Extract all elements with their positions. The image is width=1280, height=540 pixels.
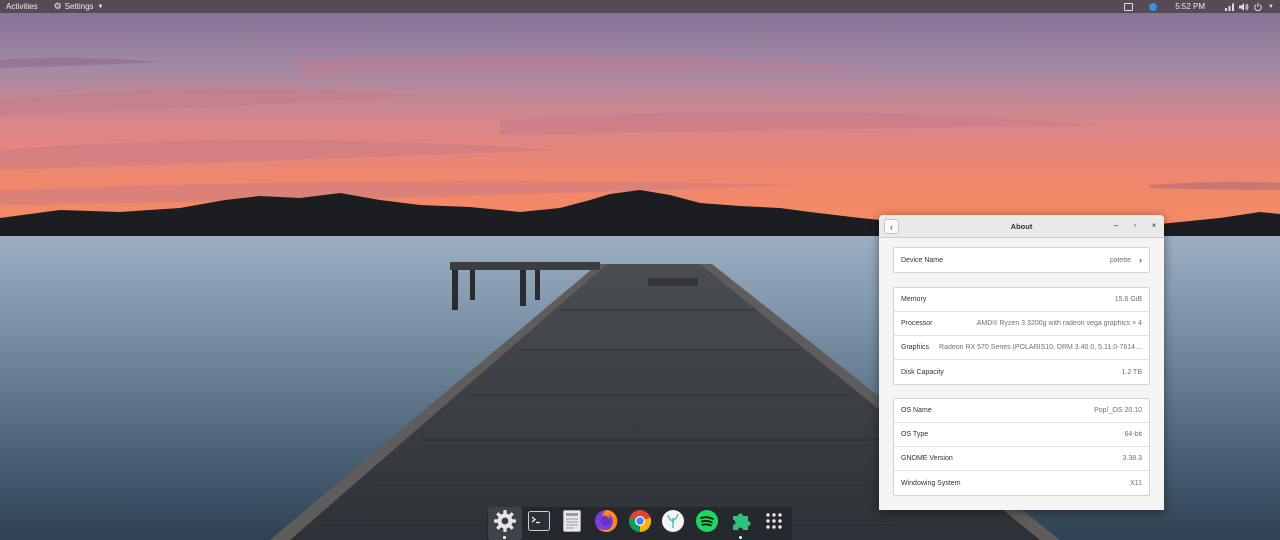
volume-icon (1239, 2, 1249, 11)
row-value: 3.38.3 (1122, 455, 1142, 462)
list-item: Memory 15.6 GiB (894, 288, 1149, 312)
system-menu[interactable]: ▼ (1225, 2, 1274, 11)
window-headerbar[interactable]: ‹ About – ▫ × (879, 215, 1164, 238)
list-item: Windowing System X11 (894, 471, 1149, 495)
dropdown-arrow-icon: ▼ (97, 3, 104, 10)
list-item: OS Name Pop!_OS 20.10 (894, 399, 1149, 423)
tray-app-icon[interactable] (1149, 2, 1158, 11)
close-button[interactable]: × (1150, 221, 1158, 231)
hardware-card: Memory 15.6 GiB Processor AMD® Ryzen 3 3… (893, 287, 1150, 385)
app-grid-icon (765, 512, 783, 535)
row-label: Disk Capacity (901, 368, 944, 376)
list-item: Disk Capacity 1.2 TB (894, 360, 1149, 384)
dock-item-terminal[interactable] (522, 507, 556, 540)
list-item: GNOME Version 3.38.3 (894, 447, 1149, 471)
software-card: OS Name Pop!_OS 20.10 OS Type 64-bit GNO… (893, 398, 1150, 496)
row-value: 15.6 GiB (1114, 296, 1142, 303)
row-value: X11 (1130, 479, 1142, 487)
chevron-left-icon: ‹ (890, 221, 893, 232)
dock-item-app-store[interactable] (656, 507, 690, 540)
row-value: 64-bit (1124, 431, 1142, 438)
list-item: Graphics Radeon RX 570 Series (POLARIS10… (894, 336, 1149, 360)
window-controls: – ▫ × (1112, 221, 1158, 231)
terminal-icon (527, 511, 550, 536)
list-item: OS Type 64-bit (894, 423, 1149, 447)
row-label: GNOME Version (901, 455, 953, 462)
app-store-icon (661, 509, 685, 538)
row-label: Processor (901, 320, 933, 327)
row-value: AMD® Ryzen 3 3200g with radeon vega grap… (976, 320, 1142, 327)
network-icon (1225, 3, 1235, 11)
extensions-icon (730, 510, 752, 537)
firefox-icon (594, 509, 618, 538)
dock-item-chrome[interactable] (623, 507, 657, 540)
row-label: OS Type (901, 431, 929, 438)
running-indicator (739, 536, 743, 539)
about-window: ‹ About – ▫ × Device Name palette › Memo… (879, 215, 1164, 510)
tray-window-icon[interactable] (1124, 2, 1134, 11)
chrome-icon (628, 509, 652, 538)
row-value: 1.2 TB (1121, 368, 1143, 376)
system-tray: 5:52 PM ▼ (1124, 2, 1274, 11)
power-icon (1254, 2, 1262, 11)
gear-icon: ⚙ (53, 1, 62, 11)
app-menu-label: Settings (64, 2, 94, 11)
device-name-row[interactable]: Device Name palette › (894, 248, 1149, 272)
device-card: Device Name palette › (893, 247, 1150, 273)
row-label: Windowing System (901, 479, 961, 487)
dock (487, 507, 792, 540)
row-value: Pop!_OS 20.10 (1094, 407, 1142, 414)
dock-item-text-editor[interactable] (555, 507, 589, 540)
settings-icon (493, 509, 517, 538)
app-menu[interactable]: ⚙ Settings ▼ (53, 1, 104, 12)
row-value: palette (1109, 256, 1131, 264)
dock-item-app-grid[interactable] (757, 507, 791, 540)
row-label: Memory (901, 296, 927, 303)
dock-item-spotify[interactable] (690, 507, 724, 540)
dock-item-firefox[interactable] (589, 507, 623, 540)
dropdown-arrow-icon: ▼ (1268, 3, 1274, 10)
back-button[interactable]: ‹ (884, 219, 899, 234)
dock-item-settings[interactable] (488, 507, 522, 540)
text-editor-icon (563, 510, 582, 537)
list-item: Processor AMD® Ryzen 3 3200g with radeon… (894, 312, 1149, 336)
spotify-icon (695, 509, 719, 538)
row-label: Graphics (901, 344, 930, 351)
row-label: OS Name (901, 407, 932, 414)
chevron-right-icon: › (1139, 255, 1142, 265)
running-indicator (503, 536, 507, 539)
dock-item-extensions[interactable] (724, 507, 758, 540)
clock[interactable]: 5:52 PM (1175, 2, 1205, 11)
maximize-button[interactable]: ▫ (1131, 221, 1139, 231)
row-label: Device Name (901, 256, 944, 264)
row-value: Radeon RX 570 Series (POLARIS10, DRM 3.4… (939, 344, 1142, 351)
minimize-button[interactable]: – (1112, 221, 1120, 231)
top-panel: Activities ⚙ Settings ▼ 5:52 PM ▼ (0, 0, 1280, 13)
activities-button[interactable]: Activities (6, 2, 38, 11)
